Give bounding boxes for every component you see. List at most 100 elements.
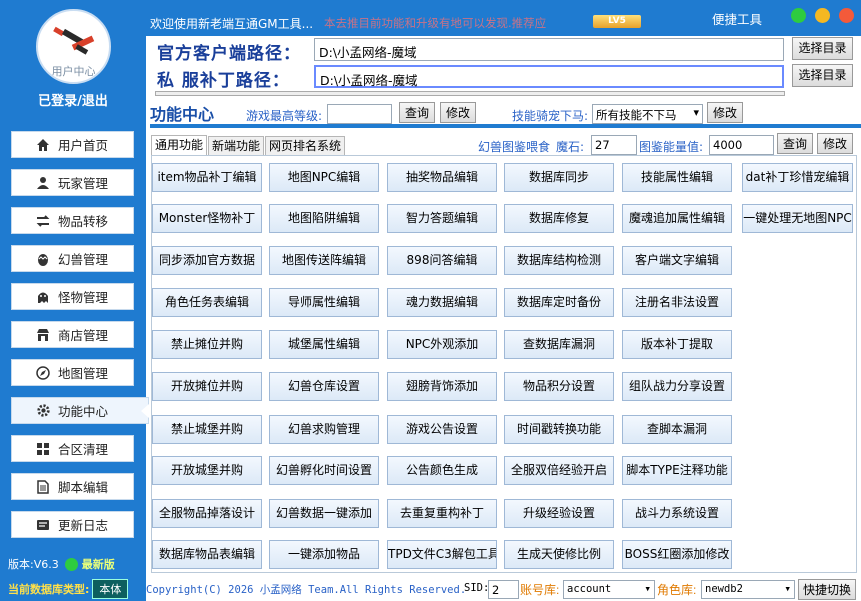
maximize-button[interactable] xyxy=(815,8,830,23)
function-button[interactable]: 一键处理无地图NPC xyxy=(742,204,853,233)
max-level-label: 游戏最高等级: xyxy=(246,109,323,123)
function-button[interactable]: 地图NPC编辑 xyxy=(269,163,379,192)
function-button[interactable]: 城堡属性编辑 xyxy=(269,330,379,359)
energy-modify-button[interactable]: 修改 xyxy=(817,133,853,154)
copyright-text: Copyright(C) 2026 小孟网络 Team.All Rights R… xyxy=(146,584,467,596)
function-button[interactable]: 导师属性编辑 xyxy=(269,288,379,317)
function-button[interactable]: 时间戳转换功能 xyxy=(504,415,614,444)
function-button[interactable]: 脚本TYPE注释功能 xyxy=(622,456,732,485)
quick-switch-button[interactable]: 快捷切换 xyxy=(798,579,856,600)
function-button[interactable]: 同步添加官方数据 xyxy=(152,246,262,275)
function-button[interactable]: 开放摊位并购 xyxy=(152,372,262,401)
function-button[interactable]: 数据库物品表编辑 xyxy=(152,540,262,569)
function-button[interactable]: NPC外观添加 xyxy=(387,330,497,359)
function-button[interactable]: Monster怪物补丁 xyxy=(152,204,262,233)
level-query-button[interactable]: 查询 xyxy=(399,102,435,123)
function-button[interactable]: 幻兽数据一键添加 xyxy=(269,499,379,528)
tab-general[interactable]: 通用功能 xyxy=(151,135,208,155)
function-button[interactable]: 幻兽求购管理 xyxy=(269,415,379,444)
user-center-avatar[interactable]: 用户中心 xyxy=(36,9,111,84)
function-button[interactable]: 禁止摊位并购 xyxy=(152,330,262,359)
function-button[interactable]: 去重复重构补丁 xyxy=(387,499,497,528)
monster-icon xyxy=(35,289,51,305)
sidebar-item-pets[interactable]: 幻兽管理 xyxy=(11,245,134,272)
page-title: 功能中心 xyxy=(150,105,215,124)
function-button[interactable]: 翅膀背饰添加 xyxy=(387,372,497,401)
function-button[interactable]: 地图陷阱编辑 xyxy=(269,204,379,233)
tab-web-ranking[interactable]: 网页排名系统 xyxy=(265,136,346,155)
sidebar-item-merge-cleanup[interactable]: 合区清理 xyxy=(11,435,134,462)
role-db-select[interactable]: newdb2 xyxy=(701,580,795,599)
max-level-input[interactable] xyxy=(327,104,392,124)
function-button[interactable]: 生成天使修比例 xyxy=(504,540,614,569)
function-button[interactable]: 开放城堡并购 xyxy=(152,456,262,485)
function-button[interactable]: 组队战力分享设置 xyxy=(622,372,732,401)
function-button[interactable]: 一键添加物品 xyxy=(269,540,379,569)
function-button[interactable]: 查数据库漏洞 xyxy=(504,330,614,359)
function-button[interactable]: 查脚本漏洞 xyxy=(622,415,732,444)
function-button[interactable]: 升级经验设置 xyxy=(504,499,614,528)
sidebar-item-user-home[interactable]: 用户首页 xyxy=(11,131,134,158)
function-button[interactable]: 898问答编辑 xyxy=(387,246,497,275)
function-button[interactable]: 幻兽孵化时间设置 xyxy=(269,456,379,485)
skill-modify-button[interactable]: 修改 xyxy=(707,102,743,123)
function-button[interactable]: 战斗力系统设置 xyxy=(622,499,732,528)
horizontal-scrollbar[interactable] xyxy=(155,91,785,96)
function-button[interactable]: BOSS红圈添加修改 xyxy=(622,540,732,569)
function-button[interactable]: 数据库定时备份 xyxy=(504,288,614,317)
tab-new-client[interactable]: 新端功能 xyxy=(208,136,265,155)
account-db-select[interactable]: account xyxy=(563,580,655,599)
login-logout-link[interactable]: 已登录/退出 xyxy=(0,90,146,109)
sidebar-item-maps[interactable]: 地图管理 xyxy=(11,359,134,386)
function-button[interactable]: 公告颜色生成 xyxy=(387,456,497,485)
energy-query-button[interactable]: 查询 xyxy=(777,133,813,154)
function-button[interactable]: 客户端文字编辑 xyxy=(622,246,732,275)
close-button[interactable] xyxy=(839,8,854,23)
function-button[interactable]: 数据库修复 xyxy=(504,204,614,233)
sidebar-item-item-transfer[interactable]: 物品转移 xyxy=(11,207,134,234)
sidebar-item-function-center[interactable]: 功能中心 xyxy=(11,397,149,424)
function-button[interactable]: 技能属性编辑 xyxy=(622,163,732,192)
function-button[interactable]: item物品补丁编辑 xyxy=(152,163,262,192)
sidebar-item-label: 用户首页 xyxy=(58,138,109,153)
function-button[interactable]: 注册名非法设置 xyxy=(622,288,732,317)
level-modify-button[interactable]: 修改 xyxy=(440,102,476,123)
sidebar-item-script-editor[interactable]: 脚本编辑 xyxy=(11,473,134,500)
quick-tools-link[interactable]: 便捷工具 xyxy=(712,9,762,28)
function-button[interactable]: 智力答题编辑 xyxy=(387,204,497,233)
db-type-info: 当前数据库类型: 本体 xyxy=(8,579,129,599)
function-button[interactable]: 版本补丁提取 xyxy=(622,330,732,359)
function-button[interactable]: 角色任务表编辑 xyxy=(152,288,262,317)
minimize-button[interactable] xyxy=(791,8,806,23)
client-select-dir-button[interactable]: 选择目录 xyxy=(792,37,853,60)
sid-input[interactable]: 2 xyxy=(488,580,519,599)
patch-path-input[interactable]: D:\小孟网络-魔域 xyxy=(314,65,784,88)
function-button[interactable]: 数据库同步 xyxy=(504,163,614,192)
welcome-text: 欢迎使用新老端互通GM工具... xyxy=(150,17,314,31)
sidebar-item-changelog[interactable]: 更新日志 xyxy=(11,511,134,538)
function-button[interactable]: 禁止城堡并购 xyxy=(152,415,262,444)
function-button[interactable]: 魂力数据编辑 xyxy=(387,288,497,317)
function-button[interactable]: 数据库结构检测 xyxy=(504,246,614,275)
function-button[interactable]: 幻兽仓库设置 xyxy=(269,372,379,401)
function-button[interactable]: 游戏公告设置 xyxy=(387,415,497,444)
patch-select-dir-button[interactable]: 选择目录 xyxy=(792,64,853,87)
function-button[interactable]: 抽奖物品编辑 xyxy=(387,163,497,192)
skill-dismount-select[interactable]: 所有技能不下马 xyxy=(592,104,703,124)
client-path-input[interactable]: D:\小孟网络-魔域 xyxy=(314,38,784,61)
sidebar-item-shop[interactable]: 商店管理 xyxy=(11,321,134,348)
function-button[interactable]: 全服物品掉落设计 xyxy=(152,499,262,528)
magic-stone-input[interactable]: 27 xyxy=(591,135,637,155)
function-button[interactable]: 魔魂追加属性编辑 xyxy=(622,204,732,233)
function-button[interactable]: 全服双倍经验开启 xyxy=(504,456,614,485)
sidebar-item-label: 幻兽管理 xyxy=(58,252,109,267)
function-button[interactable]: 地图传送阵编辑 xyxy=(269,246,379,275)
function-button[interactable]: TPD文件C3解包工具 xyxy=(387,540,497,569)
energy-input[interactable]: 4000 xyxy=(709,135,774,155)
function-button[interactable]: 物品积分设置 xyxy=(504,372,614,401)
sidebar-item-players[interactable]: 玩家管理 xyxy=(11,169,134,196)
function-button[interactable]: dat补丁珍惜宠编辑 xyxy=(742,163,853,192)
status-bar: Copyright(C) 2026 小孟网络 Team.All Rights R… xyxy=(146,578,861,601)
shop-icon xyxy=(35,327,51,343)
sidebar-item-monsters[interactable]: 怪物管理 xyxy=(11,283,134,310)
